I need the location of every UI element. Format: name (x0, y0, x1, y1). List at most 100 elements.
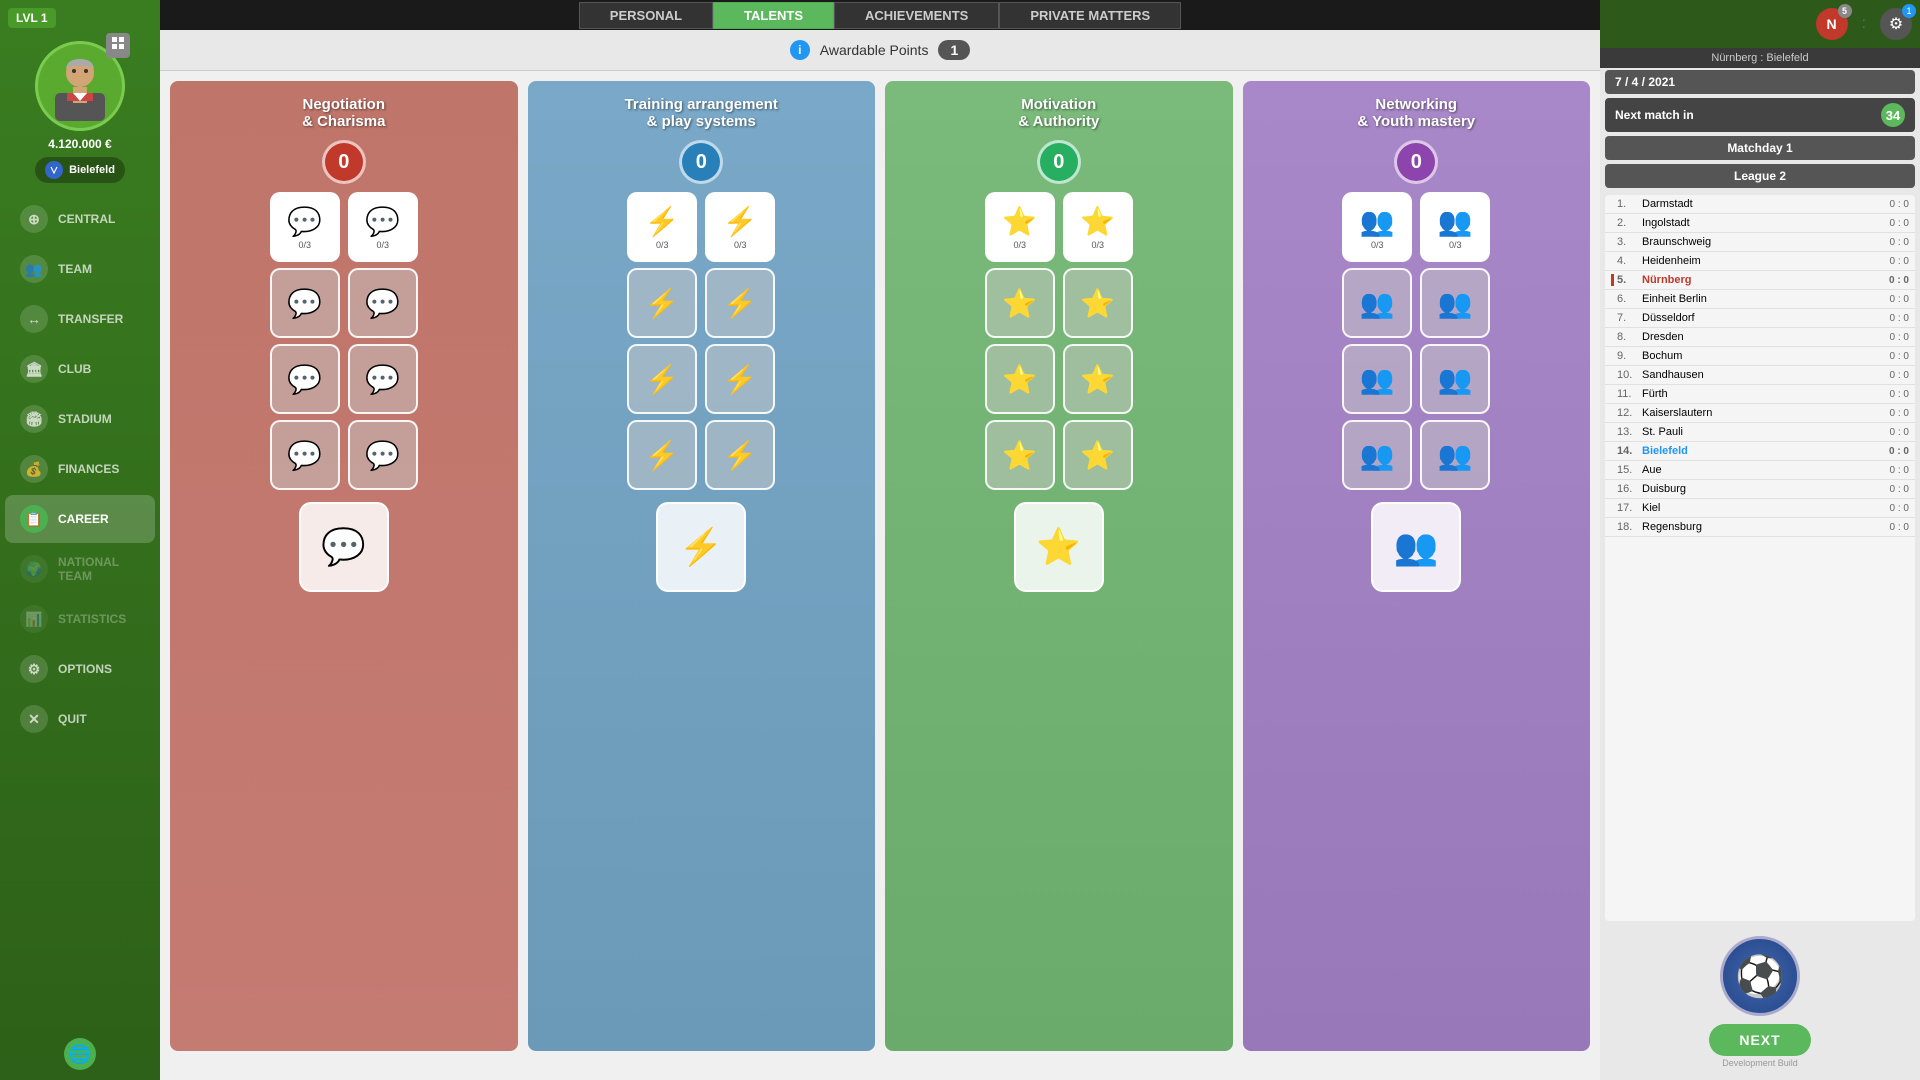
skill-node[interactable]: ⭐ (1063, 344, 1133, 414)
next-match-value: 34 (1881, 103, 1905, 127)
skill-node-large[interactable]: ⭐ (1014, 502, 1104, 592)
skill-node[interactable]: ⚡ (705, 344, 775, 414)
negotiation-row-4: 💬 💬 (270, 420, 418, 490)
skill-icon-train1: ⚡ (645, 205, 680, 238)
career-icon: 📋 (20, 505, 48, 533)
league-score: 0 : 0 (1890, 256, 1909, 267)
league-score: 0 : 0 (1890, 484, 1909, 495)
networking-row-3: 👥 👥 (1342, 344, 1490, 414)
league-score: 0 : 0 (1890, 389, 1909, 400)
skill-node[interactable]: 👥 0/3 (1342, 192, 1412, 262)
skill-node[interactable]: 💬 (270, 420, 340, 490)
skill-node[interactable]: 💬 0/3 (348, 192, 418, 262)
skill-node[interactable]: ⚡ 0/3 (627, 192, 697, 262)
main-content: i Awardable Points 1 Negotiation& Charis… (160, 30, 1600, 1080)
sidebar-item-label-club: CLUB (58, 362, 91, 376)
league-team-name: Ingolstadt (1642, 217, 1890, 229)
talent-area: Negotiation& Charisma 0 💬 0/3 💬 0/3 💬 (160, 71, 1600, 1061)
motivation-title: Motivation& Authority (1018, 96, 1099, 130)
networking-badge: 0 (1394, 140, 1438, 184)
skill-node[interactable]: 💬 0/3 (270, 192, 340, 262)
sidebar-item-options[interactable]: ⚙ OPTIONS (5, 645, 155, 693)
league-pos: 16. (1617, 483, 1642, 495)
league-team-name: Kiel (1642, 502, 1890, 514)
skill-node[interactable]: ⭐ (985, 420, 1055, 490)
league-pos: 1. (1617, 198, 1642, 210)
skill-node[interactable]: ⚡ 0/3 (705, 192, 775, 262)
skill-node[interactable]: ⭐ (985, 344, 1055, 414)
skill-node-large[interactable]: 👥 (1371, 502, 1461, 592)
league-table-row: 9.Bochum0 : 0 (1605, 347, 1915, 366)
sidebar-item-label-career: CAREER (58, 512, 109, 526)
sidebar-item-career[interactable]: 📋 CAREER (5, 495, 155, 543)
skill-node[interactable]: 💬 (270, 344, 340, 414)
skill-node-large[interactable]: 💬 (299, 502, 389, 592)
tab-achievements[interactable]: ACHIEVEMENTS (834, 2, 999, 29)
league-pos: 6. (1617, 293, 1642, 305)
tab-talents[interactable]: TALENTS (713, 2, 834, 29)
league-pos: 2. (1617, 217, 1642, 229)
skill-node[interactable]: ⚡ (705, 420, 775, 490)
league-score: 0 : 0 (1890, 199, 1909, 210)
skill-node[interactable]: ⭐ 0/3 (1063, 192, 1133, 262)
finances-icon: 💰 (20, 455, 48, 483)
league-pos: 12. (1617, 407, 1642, 419)
skill-node[interactable]: ⚡ (627, 344, 697, 414)
skill-node[interactable]: 👥 (1420, 420, 1490, 490)
training-row-3: ⚡ ⚡ (627, 344, 775, 414)
training-row-2: ⚡ ⚡ (627, 268, 775, 338)
skill-node[interactable]: 👥 (1342, 420, 1412, 490)
league-team-name: Bielefeld (1642, 445, 1889, 457)
league-score: 0 : 0 (1890, 370, 1909, 381)
tab-personal[interactable]: PERSONAL (579, 2, 713, 29)
skill-node[interactable]: ⭐ (1063, 268, 1133, 338)
sidebar-item-central[interactable]: ⊕ CENTRAL (5, 195, 155, 243)
skill-icon-net3: 👥 (1360, 287, 1395, 320)
skill-icon-chat6: 💬 (365, 363, 400, 396)
skill-node[interactable]: ⚡ (627, 268, 697, 338)
skill-node[interactable]: 💬 (348, 268, 418, 338)
skill-node[interactable]: ⭐ 0/3 (985, 192, 1055, 262)
skill-icon-train7: ⚡ (645, 439, 680, 472)
skill-node[interactable]: 👥 (1420, 344, 1490, 414)
sidebar-item-transfer[interactable]: ↔ TRANSFER (5, 295, 155, 343)
sidebar-item-finances[interactable]: 💰 FINANCES (5, 445, 155, 493)
networking-row-1: 👥 0/3 👥 0/3 (1342, 192, 1490, 262)
skill-node-large[interactable]: ⚡ (656, 502, 746, 592)
league-team-name: Duisburg (1642, 483, 1890, 495)
skill-node[interactable]: ⭐ (985, 268, 1055, 338)
column-training: Training arrangement& play systems 0 ⚡ 0… (528, 81, 876, 1051)
skill-node[interactable]: ⚡ (705, 268, 775, 338)
motivation-row-3: ⭐ ⭐ (985, 344, 1133, 414)
tab-private[interactable]: PRIVATE MATTERS (999, 2, 1181, 29)
skill-node[interactable]: 👥 0/3 (1420, 192, 1490, 262)
motivation-row-4: ⭐ ⭐ (985, 420, 1133, 490)
networking-row-4: 👥 👥 (1342, 420, 1490, 490)
skill-node[interactable]: 👥 (1342, 344, 1412, 414)
skill-node[interactable]: 👥 (1342, 268, 1412, 338)
skill-node[interactable]: ⚡ (627, 420, 697, 490)
league-team-name: Braunschweig (1642, 236, 1890, 248)
sidebar-item-stadium[interactable]: 🏟 STADIUM (5, 395, 155, 443)
negotiation-badge: 0 (322, 140, 366, 184)
training-row-1: ⚡ 0/3 ⚡ 0/3 (627, 192, 775, 262)
skill-node[interactable]: 👥 (1420, 268, 1490, 338)
notification-badge[interactable]: N 5 (1816, 8, 1848, 40)
motivation-row-1: ⭐ 0/3 ⭐ 0/3 (985, 192, 1133, 262)
skill-icon-motiv2: ⭐ (1080, 205, 1115, 238)
networking-title: Networking& Youth mastery (1357, 96, 1475, 130)
sidebar-item-club[interactable]: 🏛 CLUB (5, 345, 155, 393)
skill-node[interactable]: 💬 (270, 268, 340, 338)
league-score: 0 : 0 (1889, 446, 1909, 457)
league-score: 0 : 0 (1890, 332, 1909, 343)
league-table-row: 10.Sandhausen0 : 0 (1605, 366, 1915, 385)
league-table-row: 8.Dresden0 : 0 (1605, 328, 1915, 347)
next-button[interactable]: NEXT (1709, 1024, 1810, 1056)
skill-node[interactable]: 💬 (348, 420, 418, 490)
gear-badge[interactable]: ⚙ 1 (1880, 8, 1912, 40)
sidebar-item-quit[interactable]: ✕ QUIT (5, 695, 155, 743)
skill-node[interactable]: 💬 (348, 344, 418, 414)
skill-icon-net8: 👥 (1438, 439, 1473, 472)
sidebar-item-team[interactable]: 👥 TEAM (5, 245, 155, 293)
skill-node[interactable]: ⭐ (1063, 420, 1133, 490)
